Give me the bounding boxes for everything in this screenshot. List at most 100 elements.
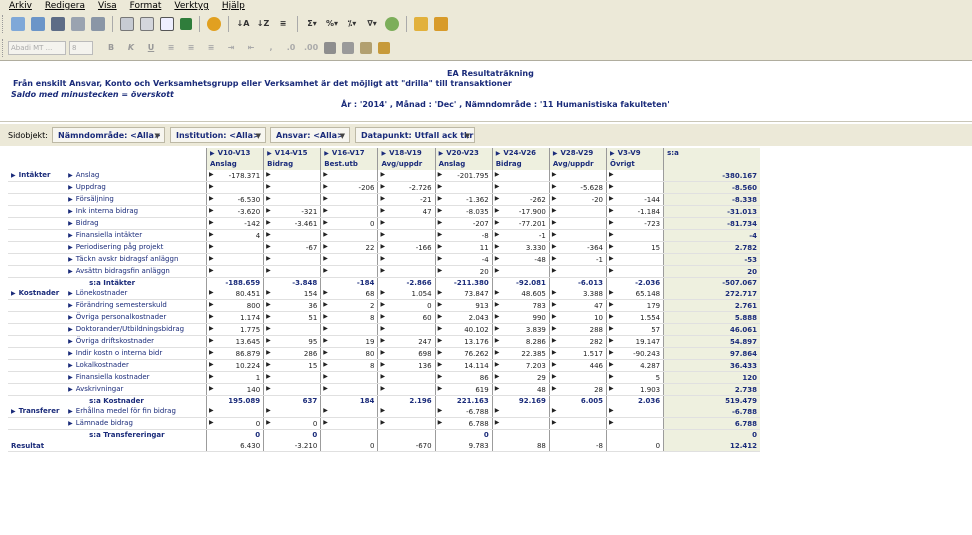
data-cell[interactable]: ▶ 3.388: [548, 288, 607, 301]
expand-icon[interactable]: ▶: [68, 338, 73, 345]
calculation-icon[interactable]: ⁒▾: [345, 17, 359, 31]
thousand-separator-icon[interactable]: ,: [264, 41, 278, 55]
data-cell[interactable]: -670: [377, 440, 436, 452]
copy-format-icon[interactable]: [360, 42, 372, 54]
drill-icon[interactable]: ▶: [438, 418, 443, 428]
data-cell[interactable]: ▶ -8: [434, 229, 493, 242]
drill-icon[interactable]: ▶: [609, 324, 614, 334]
data-cell[interactable]: 88: [491, 440, 550, 452]
data-cell[interactable]: ▶ 80.451: [206, 288, 264, 301]
drill-icon[interactable]: ▶: [209, 384, 214, 394]
data-cell[interactable]: ▶ -166: [377, 241, 436, 254]
data-cell[interactable]: ▶ -90.243: [605, 347, 664, 361]
expand-icon[interactable]: ▶: [68, 350, 73, 357]
drill-icon[interactable]: ▶: [323, 218, 328, 228]
expand-icon[interactable]: ▶: [68, 314, 73, 321]
drill-icon[interactable]: ▶: [323, 266, 328, 276]
drill-icon[interactable]: ▶: [266, 288, 271, 298]
drill-icon[interactable]: ▶: [323, 348, 328, 358]
data-cell[interactable]: ▶: [263, 265, 321, 278]
data-cell[interactable]: 637: [263, 395, 321, 407]
align-right-icon[interactable]: ≡: [204, 41, 218, 55]
drill-icon[interactable]: ▶: [552, 218, 557, 228]
data-cell[interactable]: ▶: [320, 323, 378, 337]
drill-icon[interactable]: ▶: [495, 336, 500, 346]
drill-icon[interactable]: ▶: [552, 336, 557, 346]
open-icon[interactable]: [11, 17, 25, 31]
drill-icon[interactable]: ▶: [323, 312, 328, 322]
total-cell[interactable]: 2.738: [663, 383, 760, 397]
row-label[interactable]: ▶ Doktorander/Utbildningsbidrag: [65, 323, 207, 337]
drill-icon[interactable]: ▶: [495, 384, 500, 394]
drill-icon[interactable]: ▶: [380, 218, 385, 228]
drill-icon[interactable]: ▶: [609, 406, 614, 416]
drill-icon[interactable]: ▶: [266, 324, 271, 334]
drill-icon[interactable]: ▶: [495, 206, 500, 216]
total-cell[interactable]: -380.167: [663, 170, 760, 182]
drill-icon[interactable]: ▶: [209, 406, 214, 416]
data-cell[interactable]: ▶ 8.286: [491, 335, 550, 349]
total-cell[interactable]: 54.897: [663, 335, 760, 349]
drill-icon[interactable]: ▶: [552, 418, 557, 428]
total-cell[interactable]: 0: [663, 429, 760, 441]
drill-icon[interactable]: ▶: [609, 230, 614, 240]
data-cell[interactable]: ▶: [605, 170, 664, 182]
data-cell[interactable]: ▶ 800: [206, 299, 264, 313]
drill-icon[interactable]: ▶: [609, 384, 614, 394]
data-cell[interactable]: ▶ 11: [434, 241, 493, 254]
data-cell[interactable]: ▶ -364: [548, 241, 607, 254]
table-layout-icon[interactable]: [120, 17, 134, 31]
drill-icon[interactable]: ▶: [552, 406, 557, 416]
data-cell[interactable]: ▶ 4.287: [605, 359, 664, 373]
drill-icon[interactable]: ▶: [609, 336, 614, 346]
data-cell[interactable]: ▶ 1.054: [377, 288, 436, 301]
column-header[interactable]: ▶ V24-V26 Bidrag: [491, 148, 550, 170]
data-cell[interactable]: ▶ -207: [434, 217, 493, 230]
data-cell[interactable]: ▶ 51: [263, 311, 321, 325]
expand-icon[interactable]: ▶: [68, 326, 73, 333]
data-cell[interactable]: ▶: [548, 417, 607, 431]
drill-icon[interactable]: ▶: [609, 182, 614, 192]
data-cell[interactable]: -184: [320, 277, 378, 289]
drill-icon[interactable]: ▶: [323, 336, 328, 346]
expand-icon[interactable]: ▶: [68, 196, 73, 203]
data-cell[interactable]: ▶ 20: [434, 265, 493, 278]
data-cell[interactable]: [548, 429, 607, 441]
data-cell[interactable]: ▶: [263, 181, 321, 194]
data-cell[interactable]: ▶: [206, 181, 264, 194]
total-cell[interactable]: 97.864: [663, 347, 760, 361]
drill-icon[interactable]: ▶: [380, 348, 385, 358]
drill-icon[interactable]: ▶: [380, 266, 385, 276]
drill-icon[interactable]: ▶: [266, 348, 271, 358]
row-label[interactable]: ▶ Anslag: [65, 170, 207, 182]
indent-icon[interactable]: ⇥: [224, 41, 238, 55]
data-cell[interactable]: ▶ -20: [548, 193, 607, 206]
drill-icon[interactable]: ▶: [552, 254, 557, 264]
row-label[interactable]: ▶ Finansiella kostnader: [65, 371, 207, 385]
drill-icon[interactable]: ▶: [438, 300, 443, 310]
drill-icon[interactable]: ▶: [323, 372, 328, 382]
row-group-label[interactable]: ▶ Kostnader: [8, 288, 66, 301]
data-cell[interactable]: ▶ 0: [377, 299, 436, 313]
drill-icon[interactable]: ▶: [380, 182, 385, 192]
data-cell[interactable]: ▶: [377, 170, 436, 182]
dropdown-datapunkt[interactable]: Datapunkt: Utfall ack tkr ▼: [355, 127, 475, 143]
data-cell[interactable]: 195.089: [206, 395, 264, 407]
drill-icon[interactable]: ▶: [609, 312, 614, 322]
data-cell[interactable]: ▶ 10.224: [206, 359, 264, 373]
data-cell[interactable]: 2.036: [605, 395, 664, 407]
drill-icon[interactable]: ▶: [438, 230, 443, 240]
drill-icon[interactable]: ▶: [495, 230, 500, 240]
drill-icon[interactable]: ▶: [209, 170, 214, 180]
drill-icon[interactable]: ▶: [323, 182, 328, 192]
data-cell[interactable]: ▶: [263, 253, 321, 266]
data-cell[interactable]: ▶ 73.847: [434, 288, 493, 301]
drill-icon[interactable]: ▶: [209, 182, 214, 192]
drill-icon[interactable]: ▶: [323, 242, 328, 252]
column-header[interactable]: ▶ V28-V29 Avg/uppdr: [548, 148, 607, 170]
data-cell[interactable]: ▶ 0: [263, 417, 321, 431]
print-icon[interactable]: [71, 17, 85, 31]
data-cell[interactable]: ▶ -321: [263, 205, 321, 218]
data-cell[interactable]: ▶ 8: [320, 359, 378, 373]
data-cell[interactable]: ▶ -4: [434, 253, 493, 266]
